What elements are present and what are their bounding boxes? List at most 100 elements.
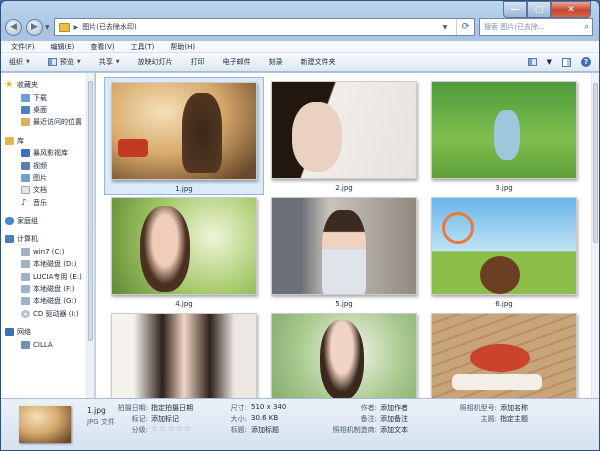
nav-favorites[interactable]: ★ 收藏夹 bbox=[1, 79, 94, 91]
title-label: 标题: bbox=[230, 426, 247, 434]
file-item-7[interactable] bbox=[104, 309, 264, 398]
nav-network[interactable]: 网络 bbox=[1, 326, 94, 338]
view-dropdown-icon[interactable]: ▼ bbox=[547, 58, 552, 66]
new-folder-button[interactable]: 新建文件夹 bbox=[301, 57, 336, 67]
subject-label: 主题: bbox=[480, 415, 497, 423]
organize-button[interactable]: 组织 ▼ bbox=[9, 57, 30, 67]
thumbnail bbox=[271, 197, 417, 295]
nav-recent[interactable]: 最近访问的位置 bbox=[1, 116, 94, 128]
nav-scrollbar[interactable] bbox=[86, 73, 94, 398]
library-icon bbox=[5, 136, 14, 145]
camera-maker-label: 照相机制造商: bbox=[332, 426, 377, 434]
address-dropdown-icon[interactable]: ▼ bbox=[438, 24, 452, 31]
file-item-4[interactable]: 4.jpg bbox=[104, 193, 264, 311]
nav-drive-e[interactable]: LUCIA专用 (E:) bbox=[1, 270, 94, 282]
nav-desktop[interactable]: 桌面 bbox=[1, 104, 94, 116]
content-scrollbar[interactable] bbox=[591, 73, 599, 398]
file-item-9[interactable] bbox=[424, 309, 584, 398]
preview-button[interactable]: 预览 ▼ bbox=[47, 57, 81, 67]
nav-label: LUCIA专用 (E:) bbox=[33, 272, 82, 281]
camera-model-value[interactable]: 添加名称 bbox=[500, 403, 528, 413]
file-item-1[interactable]: 1.jpg bbox=[104, 77, 264, 195]
back-button[interactable]: ◀ bbox=[5, 18, 22, 36]
nav-label: 视频 bbox=[33, 161, 47, 170]
nav-label: 文档 bbox=[33, 186, 47, 195]
file-item-6[interactable]: 6.jpg bbox=[424, 193, 584, 311]
nav-libraries[interactable]: 库 bbox=[1, 135, 94, 147]
videos-icon bbox=[21, 161, 30, 170]
menu-help[interactable]: 帮助(H) bbox=[170, 42, 195, 52]
date-label: 拍摄日期: bbox=[117, 404, 148, 412]
rating-stars[interactable]: ☆☆☆☆☆ bbox=[151, 424, 192, 433]
burn-button[interactable]: 刻录 bbox=[269, 57, 283, 67]
file-item-2[interactable]: 2.jpg bbox=[264, 77, 424, 195]
size-label: 大小: bbox=[230, 415, 247, 423]
file-item-5[interactable]: 5.jpg bbox=[264, 193, 424, 311]
nav-label: 桌面 bbox=[33, 105, 47, 114]
search-box[interactable]: 搜索 图片(已去除... ⌕ bbox=[479, 18, 593, 36]
nav-video-library[interactable]: 暴风影视库 bbox=[1, 147, 94, 159]
refresh-icon[interactable]: ⟳ bbox=[456, 19, 474, 35]
tags-value[interactable]: 添加标记 bbox=[151, 414, 179, 424]
recent-pages-dropdown[interactable]: ▼ bbox=[45, 24, 50, 31]
nav-drive-c[interactable]: win7 (C:) bbox=[1, 246, 94, 258]
preview-label: 预览 bbox=[59, 58, 74, 66]
dimensions-label: 尺寸: bbox=[230, 404, 247, 412]
file-item-3[interactable]: 3.jpg bbox=[424, 77, 584, 195]
nav-drive-g[interactable]: 本地磁盘 (G:) bbox=[1, 295, 94, 307]
file-name: 4.jpg bbox=[175, 300, 193, 308]
search-icon[interactable]: ⌕ bbox=[584, 22, 589, 32]
nav-scroll-thumb[interactable] bbox=[88, 81, 93, 341]
music-icon: ♪ bbox=[21, 197, 27, 208]
thumbnail bbox=[431, 313, 577, 398]
preview-pane-icon[interactable] bbox=[562, 57, 571, 67]
homegroup-icon bbox=[5, 217, 14, 226]
author-value[interactable]: 添加作者 bbox=[380, 403, 408, 413]
email-button[interactable]: 电子邮件 bbox=[223, 57, 251, 67]
recent-places-icon bbox=[21, 118, 30, 127]
search-input[interactable]: 搜索 图片(已去除... bbox=[484, 22, 545, 32]
nav-label: 暴风影视库 bbox=[33, 149, 68, 158]
nav-cilla[interactable]: CILLA bbox=[1, 338, 94, 350]
breadcrumb-current-folder[interactable]: 图片(已去除水印) bbox=[82, 22, 136, 32]
help-icon[interactable]: ? bbox=[581, 57, 591, 67]
nav-downloads[interactable]: 下载 bbox=[1, 91, 94, 103]
date-value[interactable]: 指定拍摄日期 bbox=[151, 403, 193, 413]
file-item-8[interactable] bbox=[264, 309, 424, 398]
change-view-icon[interactable] bbox=[527, 58, 537, 66]
computer-icon bbox=[21, 340, 30, 349]
nav-documents[interactable]: 文档 bbox=[1, 184, 94, 196]
subject-value[interactable]: 指定主题 bbox=[500, 414, 528, 424]
menu-file[interactable]: 文件(F) bbox=[11, 42, 35, 52]
nav-music[interactable]: ♪ 音乐 bbox=[1, 197, 94, 209]
nav-drive-d[interactable]: 本地磁盘 (D:) bbox=[1, 258, 94, 270]
nav-videos[interactable]: 视频 bbox=[1, 159, 94, 171]
nav-cd-drive[interactable]: CD 驱动器 (I:) bbox=[1, 308, 94, 320]
address-bar[interactable]: ▶ 图片(已去除水印) ▼ ⟳ bbox=[53, 18, 475, 36]
menu-tools[interactable]: 工具(T) bbox=[131, 42, 155, 52]
menu-edit[interactable]: 编辑(E) bbox=[51, 42, 75, 52]
camera-maker-value[interactable]: 添加文本 bbox=[380, 425, 408, 435]
drive-icon bbox=[21, 297, 30, 306]
thumbnail bbox=[271, 81, 417, 179]
share-button[interactable]: 共享 ▼ bbox=[99, 57, 120, 67]
menu-view[interactable]: 查看(V) bbox=[90, 42, 114, 52]
thumbnail bbox=[431, 197, 577, 295]
slideshow-button[interactable]: 放映幻灯片 bbox=[138, 57, 173, 67]
forward-button[interactable]: ▶ bbox=[26, 18, 43, 36]
title-value[interactable]: 添加标题 bbox=[251, 425, 279, 435]
share-label: 共享 bbox=[98, 58, 113, 66]
nav-label: CD 驱动器 (I:) bbox=[33, 309, 79, 318]
content-scroll-thumb[interactable] bbox=[593, 83, 598, 243]
nav-label: 下载 bbox=[33, 93, 47, 102]
comment-value[interactable]: 添加备注 bbox=[380, 414, 408, 424]
print-button[interactable]: 打印 bbox=[191, 57, 205, 67]
nav-homegroup[interactable]: 家庭组 bbox=[1, 215, 94, 227]
preview-icon bbox=[47, 58, 57, 66]
nav-pictures[interactable]: 图片 bbox=[1, 172, 94, 184]
nav-drive-f[interactable]: 本地磁盘 (F:) bbox=[1, 283, 94, 295]
file-name: 2.jpg bbox=[335, 184, 353, 192]
nav-computer[interactable]: 计算机 bbox=[1, 233, 94, 245]
breadcrumb-arrow-icon[interactable]: ▶ bbox=[74, 24, 79, 31]
navigation-pane: ★ 收藏夹 下载 桌面 最近访问的位置 库 暴风影视库 视频 图片 文档 ♪ 音乐 … bbox=[1, 73, 95, 398]
